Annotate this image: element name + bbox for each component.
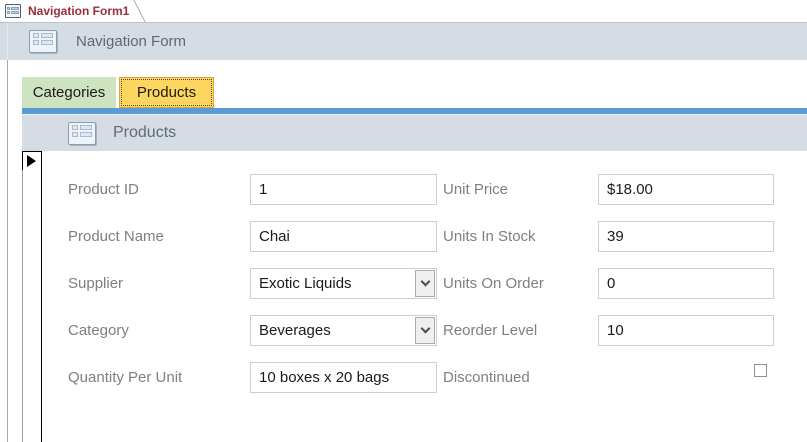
field-row-quantity-per-unit: Quantity Per Unit 10 boxes x 20 bags [68, 362, 448, 409]
navigation-form-title: Navigation Form [76, 33, 187, 50]
units-on-order-input[interactable]: 0 [598, 268, 774, 299]
products-form-detail: Product ID 1 Product Name Chai Supplier Exoti… [42, 151, 807, 442]
field-row-units-on-order: Units On Order 0 [443, 268, 783, 315]
units-in-stock-label: Units In Stock [443, 228, 536, 245]
quantity-per-unit-control: 10 boxes x 20 bags [250, 362, 437, 393]
doc-tab-navigation-form1[interactable]: Navigation Form1 [0, 0, 130, 22]
units-in-stock-input[interactable]: 39 [598, 221, 774, 252]
category-control: Beverages [250, 315, 437, 346]
form-left-border-highlight [7, 23, 8, 60]
supplier-control: Exotic Liquids [250, 268, 437, 299]
discontinued-label: Discontinued [443, 369, 530, 386]
products-subform-title: Products [113, 124, 177, 141]
form-left-border [7, 22, 8, 442]
record-selector-strip[interactable] [22, 151, 42, 442]
discontinued-checkbox[interactable] [754, 364, 767, 377]
category-dropdown-button[interactable] [415, 317, 435, 344]
current-record-selector[interactable] [22, 151, 42, 170]
supplier-combo[interactable]: Exotic Liquids [250, 268, 437, 299]
product-name-control: Chai [250, 221, 437, 252]
reorder-level-label: Reorder Level [443, 322, 538, 339]
field-row-reorder-level: Reorder Level 10 [443, 315, 783, 362]
quantity-per-unit-label: Quantity Per Unit [68, 369, 183, 386]
product-id-label: Product ID [68, 181, 139, 198]
products-subform-header: Products [22, 114, 807, 151]
units-in-stock-control: 39 [598, 221, 774, 252]
navigation-form-header: Navigation Form [0, 22, 807, 60]
product-id-input[interactable]: 1 [250, 174, 437, 205]
units-on-order-label: Units On Order [443, 275, 544, 292]
fields-col-left: Product ID 1 Product Name Chai Supplier Exoti… [68, 174, 448, 409]
form-icon [5, 4, 21, 18]
current-record-arrow-icon [27, 155, 36, 167]
field-row-product-id: Product ID 1 [68, 174, 448, 221]
unit-price-label: Unit Price [443, 181, 509, 198]
category-combo[interactable]: Beverages [250, 315, 437, 346]
category-label: Category [68, 322, 129, 339]
chevron-down-icon [420, 276, 430, 287]
field-row-discontinued: Discontinued [443, 362, 783, 409]
field-row-category: Category Beverages [68, 315, 448, 362]
reorder-level-control: 10 [598, 315, 774, 346]
chevron-down-icon [420, 323, 430, 334]
navigation-tab-strip: Categories Products [22, 77, 214, 108]
product-name-label: Product Name [68, 228, 164, 245]
product-name-input[interactable]: Chai [250, 221, 437, 252]
quantity-per-unit-input[interactable]: 10 boxes x 20 bags [250, 362, 437, 393]
field-row-product-name: Product Name Chai [68, 221, 448, 268]
form-icon [29, 30, 57, 53]
field-row-supplier: Supplier Exotic Liquids [68, 268, 448, 315]
form-icon [68, 121, 96, 145]
unit-price-control: $18.00 [598, 174, 774, 205]
field-row-unit-price: Unit Price $18.00 [443, 174, 783, 221]
doc-tab-label: Navigation Form1 [28, 4, 130, 18]
tab-categories[interactable]: Categories [22, 77, 116, 108]
supplier-dropdown-button[interactable] [415, 270, 435, 297]
fields-col-right: Unit Price $18.00 Units In Stock 39 Units On… [443, 174, 783, 409]
reorder-level-input[interactable]: 10 [598, 315, 774, 346]
unit-price-input[interactable]: $18.00 [598, 174, 774, 205]
field-row-units-in-stock: Units In Stock 39 [443, 221, 783, 268]
tab-products[interactable]: Products [119, 77, 214, 108]
document-tab-bar: Navigation Form1 [0, 0, 807, 22]
supplier-label: Supplier [68, 275, 124, 292]
units-on-order-control: 0 [598, 268, 774, 299]
product-id-control: 1 [250, 174, 437, 205]
